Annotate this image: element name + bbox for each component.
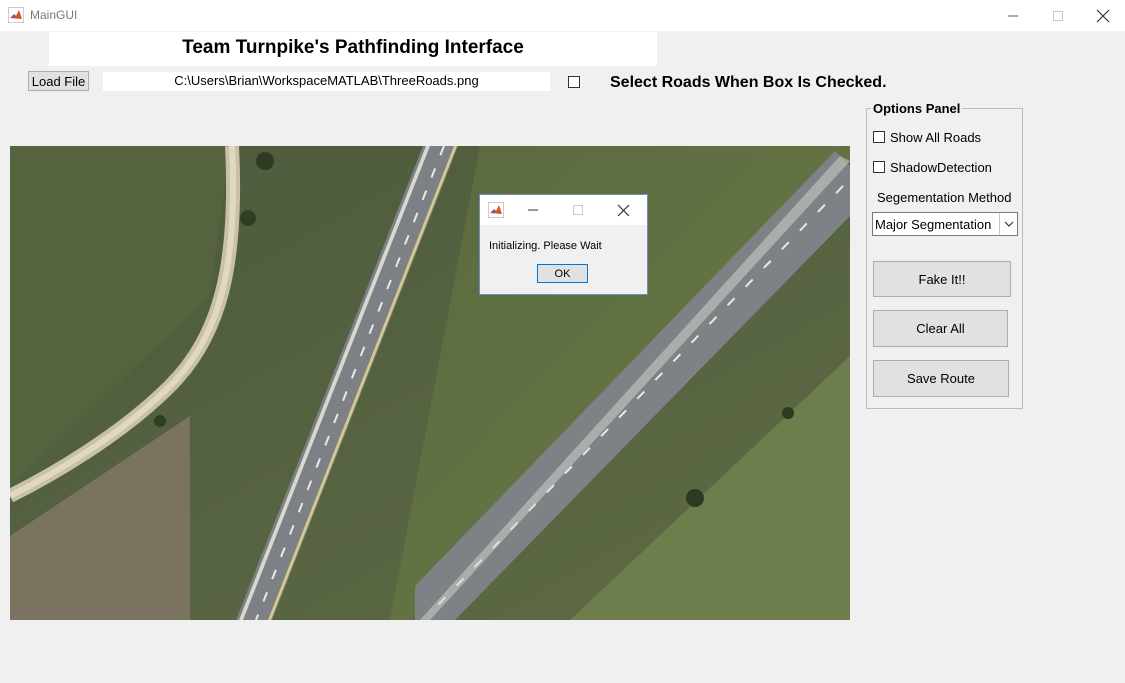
shadow-detection-checkbox[interactable] bbox=[873, 161, 885, 173]
minimize-icon bbox=[1008, 15, 1018, 16]
minimize-icon[interactable] bbox=[524, 202, 544, 218]
page-title: Team Turnpike's Pathfinding Interface bbox=[182, 37, 524, 58]
matlab-icon bbox=[8, 7, 24, 23]
segmentation-method-value: Major Segmentation bbox=[875, 217, 992, 232]
matlab-icon bbox=[488, 202, 504, 218]
window-titlebar[interactable] bbox=[0, 0, 1125, 31]
maximize-button[interactable] bbox=[1035, 0, 1081, 31]
window-title: MainGUI bbox=[30, 8, 78, 22]
header-panel: Team Turnpike's Pathfinding Interface bbox=[49, 32, 657, 66]
aerial-road-image[interactable] bbox=[10, 146, 850, 620]
show-all-roads-label: Show All Roads bbox=[890, 130, 982, 145]
close-button[interactable] bbox=[1080, 0, 1125, 31]
aerial-road-drawing bbox=[10, 146, 850, 620]
options-panel-title: Options Panel bbox=[871, 101, 963, 116]
maximize-icon[interactable] bbox=[568, 202, 588, 218]
dialog-message: Initializing. Please Wait bbox=[489, 240, 602, 252]
fake-it-button[interactable]: Fake It!! bbox=[873, 261, 1011, 297]
select-roads-label: Select Roads When Box Is Checked. bbox=[610, 74, 887, 91]
clear-all-button[interactable]: Clear All bbox=[873, 310, 1008, 347]
close-icon[interactable] bbox=[614, 201, 634, 219]
chevron-down-icon[interactable] bbox=[999, 213, 1017, 235]
segmentation-method-label: Segementation Method bbox=[877, 190, 1012, 205]
ok-button[interactable]: OK bbox=[537, 264, 588, 283]
save-route-button[interactable]: Save Route bbox=[873, 360, 1009, 397]
select-roads-checkbox[interactable] bbox=[568, 76, 580, 88]
show-all-roads-checkbox[interactable] bbox=[873, 131, 885, 143]
close-icon bbox=[1096, 9, 1110, 22]
file-path-field[interactable]: C:\Users\Brian\WorkspaceMATLAB\ThreeRoad… bbox=[103, 72, 550, 91]
load-file-button[interactable]: Load File bbox=[28, 71, 89, 91]
segmentation-method-select[interactable]: Major Segmentation bbox=[872, 212, 1018, 236]
shadow-detection-label: ShadowDetection bbox=[890, 160, 992, 175]
maximize-icon bbox=[1053, 10, 1063, 21]
minimize-button[interactable] bbox=[990, 0, 1036, 31]
message-dialog: Initializing. Please Wait OK bbox=[479, 194, 648, 295]
